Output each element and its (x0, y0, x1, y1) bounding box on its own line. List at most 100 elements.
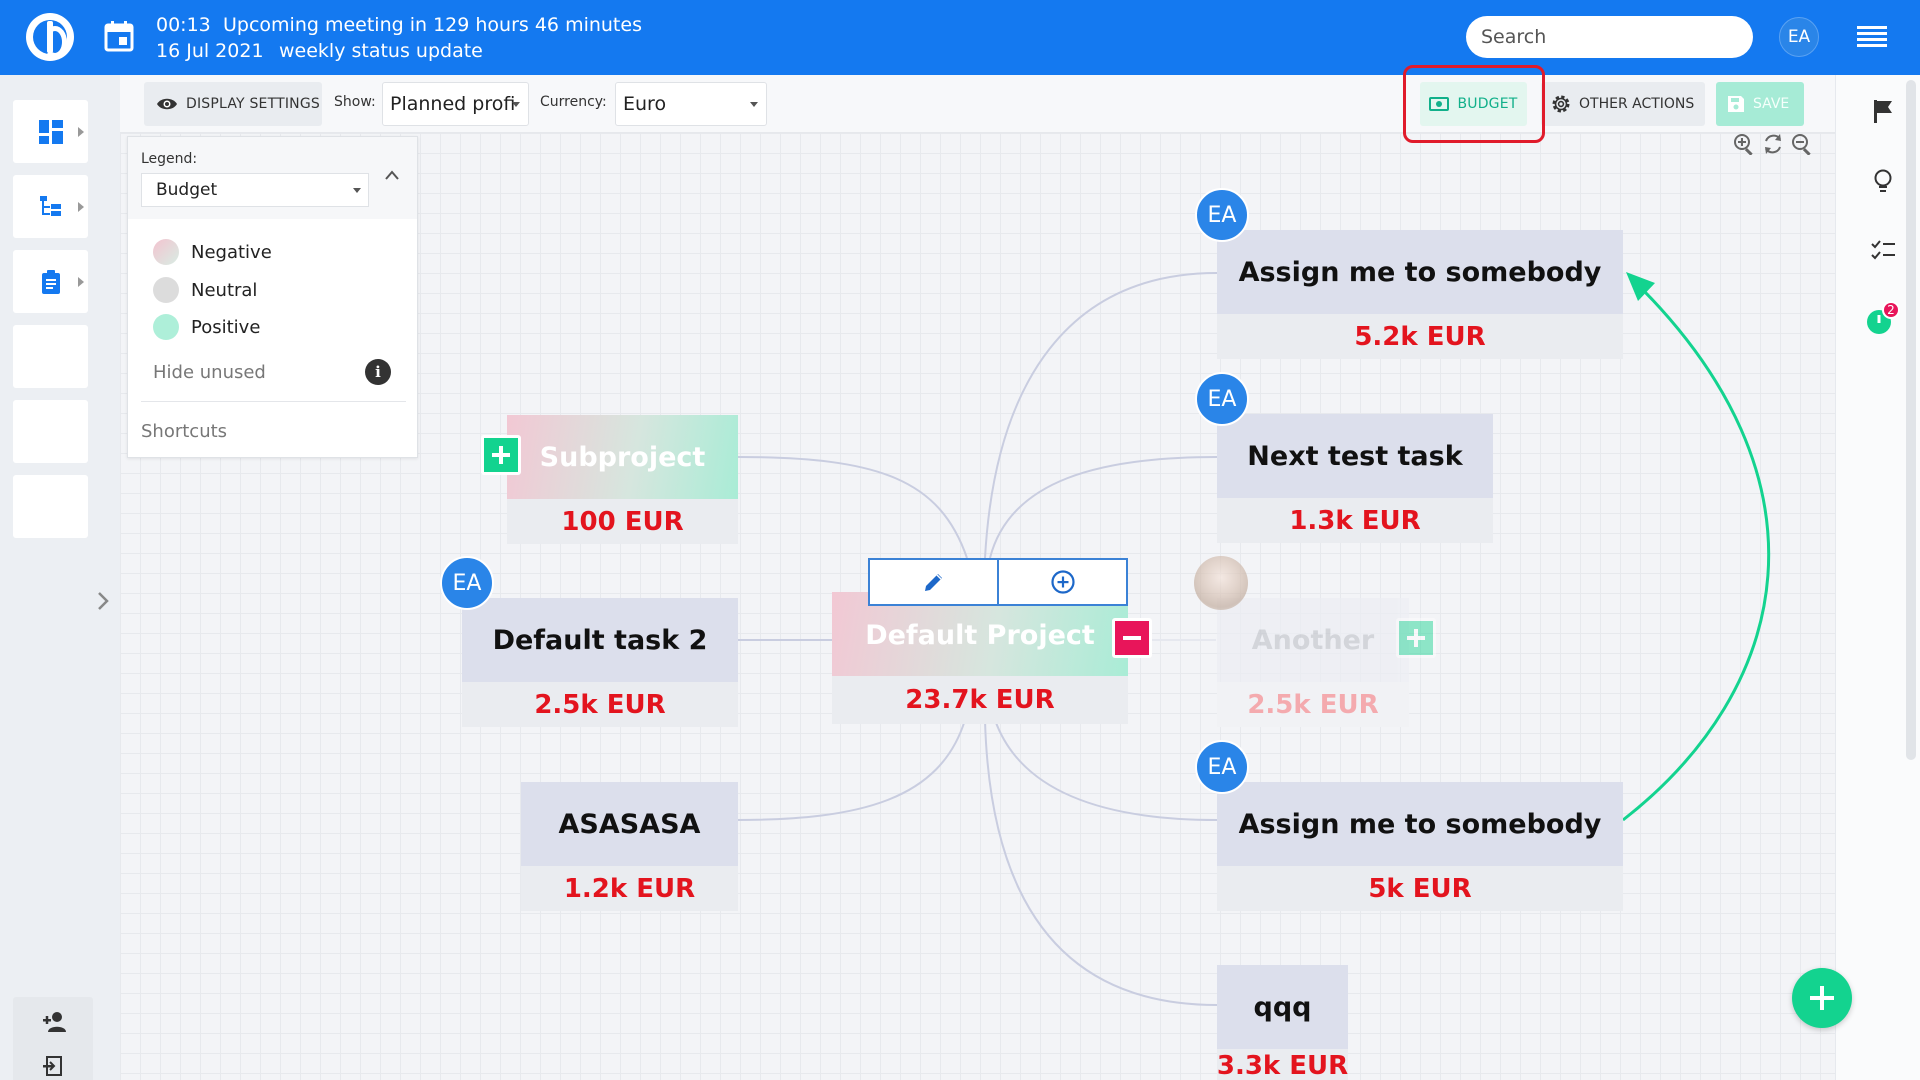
legend-item-neutral: Neutral (153, 277, 257, 303)
assignee-avatar[interactable]: EA (1195, 188, 1249, 242)
calendar-icon[interactable] (104, 20, 134, 52)
dashboard-icon (39, 120, 63, 144)
meeting-text: Upcoming meeting in 129 hours 46 minutes (223, 14, 642, 36)
collapse-node-button[interactable] (1112, 618, 1152, 658)
meeting-time: 00:13 (156, 14, 211, 36)
show-label: Show: (334, 94, 376, 110)
node-assign-me-bottom[interactable]: Assign me to somebody (1217, 782, 1623, 866)
chevron-right-icon (78, 202, 84, 212)
node-title: Assign me to somebody (1238, 808, 1602, 840)
gear-icon (1552, 95, 1570, 113)
show-select-value: Planned profi (390, 93, 516, 115)
lightbulb-icon[interactable] (1870, 168, 1896, 194)
collapse-chevron-icon[interactable] (384, 168, 400, 182)
zoom-in-icon[interactable] (1733, 133, 1755, 155)
edit-node-button[interactable] (870, 560, 999, 604)
node-title: Default task 2 (492, 624, 708, 656)
logout-icon[interactable] (43, 1055, 67, 1077)
node-default-task-2[interactable]: Default task 2 (462, 598, 738, 682)
flag-icon[interactable] (1870, 98, 1896, 124)
search-input[interactable] (1466, 16, 1753, 58)
info-icon[interactable]: i (365, 359, 391, 385)
currency-label: Currency: (540, 94, 607, 110)
user-avatar[interactable]: EA (1779, 17, 1819, 57)
sidebar-tree-button[interactable] (13, 175, 88, 238)
sidebar-clipboard-button[interactable] (13, 250, 88, 313)
node-asasasa[interactable]: ASASASA (521, 782, 738, 866)
top-bar: 00:13 Upcoming meeting in 129 hours 46 mi… (0, 0, 1920, 75)
expand-node-button[interactable] (481, 435, 521, 475)
reset-zoom-icon[interactable] (1762, 133, 1784, 155)
caret-down-icon (750, 102, 758, 107)
node-action-bar (868, 558, 1128, 606)
meeting-line-1[interactable]: 00:13 Upcoming meeting in 129 hours 46 mi… (156, 14, 642, 36)
meeting-line-2[interactable]: 16 Jul 2021 weekly status update (156, 40, 483, 62)
node-qqq[interactable]: qqq (1217, 965, 1348, 1049)
node-title: Subproject (539, 441, 706, 473)
legend-panel: Legend: Budget Negative Neutral Positive… (127, 136, 418, 458)
caret-down-icon (353, 188, 361, 193)
assignee-avatar[interactable]: EA (1195, 372, 1249, 426)
legend-title: Legend: (141, 151, 198, 167)
add-user-icon[interactable] (43, 1011, 67, 1033)
tree-icon (40, 196, 61, 216)
caret-down-icon (512, 102, 520, 107)
save-button[interactable]: SAVE (1716, 82, 1804, 126)
display-settings-label: DISPLAY SETTINGS (186, 96, 320, 112)
node-assign-me-top[interactable]: Assign me to somebody (1217, 230, 1623, 314)
shortcuts-link[interactable]: Shortcuts (141, 421, 227, 442)
legend-select[interactable]: Budget (141, 173, 369, 207)
sidebar-empty-button-1[interactable] (13, 325, 88, 388)
chevron-right-icon (78, 127, 84, 137)
node-another[interactable]: Another (1217, 598, 1409, 682)
zoom-out-icon[interactable] (1791, 133, 1813, 155)
negative-swatch (153, 239, 179, 265)
left-sidebar (0, 75, 120, 1080)
app-logo-icon[interactable] (26, 13, 74, 61)
checklist-icon[interactable] (1870, 238, 1896, 264)
timer-button[interactable]: 2 (1866, 301, 1900, 337)
add-floating-button[interactable] (1792, 968, 1852, 1028)
add-circle-icon (1050, 570, 1075, 594)
node-amount: 23.7k EUR (832, 676, 1128, 724)
legend-item-label: Negative (191, 241, 272, 263)
add-child-button[interactable] (999, 560, 1126, 604)
menu-icon[interactable] (1857, 26, 1887, 48)
assignee-avatar[interactable]: EA (1195, 740, 1249, 794)
sidebar-empty-button-2[interactable] (13, 400, 88, 463)
positive-swatch (153, 314, 179, 340)
neutral-swatch (153, 277, 179, 303)
node-title: Next test task (1247, 440, 1463, 472)
legend-item-positive: Positive (153, 314, 260, 340)
node-subproject[interactable]: Subproject (507, 415, 738, 499)
timer-badge: 2 (1882, 301, 1900, 319)
other-actions-button[interactable]: OTHER ACTIONS (1541, 82, 1705, 126)
other-actions-label: OTHER ACTIONS (1579, 96, 1695, 112)
save-icon (1728, 96, 1744, 112)
assignee-photo-avatar[interactable] (1194, 556, 1248, 610)
node-amount: 100 EUR (507, 499, 738, 544)
node-amount: 5.2k EUR (1217, 314, 1623, 359)
expand-sidebar-icon[interactable] (96, 591, 110, 611)
clipboard-icon (42, 270, 60, 294)
currency-select-value: Euro (623, 93, 667, 115)
show-select[interactable]: Planned profi (382, 82, 529, 126)
node-next-test-task[interactable]: Next test task (1217, 414, 1493, 498)
hide-unused-toggle[interactable]: Hide unused (153, 362, 266, 383)
node-amount: 3.3k EUR (1216, 1049, 1349, 1080)
meeting-date: 16 Jul 2021 (156, 40, 264, 62)
node-amount: 1.2k EUR (521, 866, 738, 911)
legend-select-value: Budget (156, 180, 218, 200)
node-title: Another (1251, 624, 1375, 656)
assignee-avatar[interactable]: EA (440, 556, 494, 610)
legend-item-label: Neutral (191, 279, 258, 301)
expand-node-button[interactable] (1396, 618, 1436, 658)
display-settings-button[interactable]: DISPLAY SETTINGS (144, 82, 322, 126)
eye-icon (157, 98, 177, 110)
budget-highlight-annotation (1403, 65, 1545, 143)
pencil-icon (924, 574, 942, 591)
scrollbar[interactable] (1906, 80, 1916, 760)
currency-select[interactable]: Euro (615, 82, 767, 126)
sidebar-empty-button-3[interactable] (13, 475, 88, 538)
sidebar-dashboard-button[interactable] (13, 100, 88, 163)
